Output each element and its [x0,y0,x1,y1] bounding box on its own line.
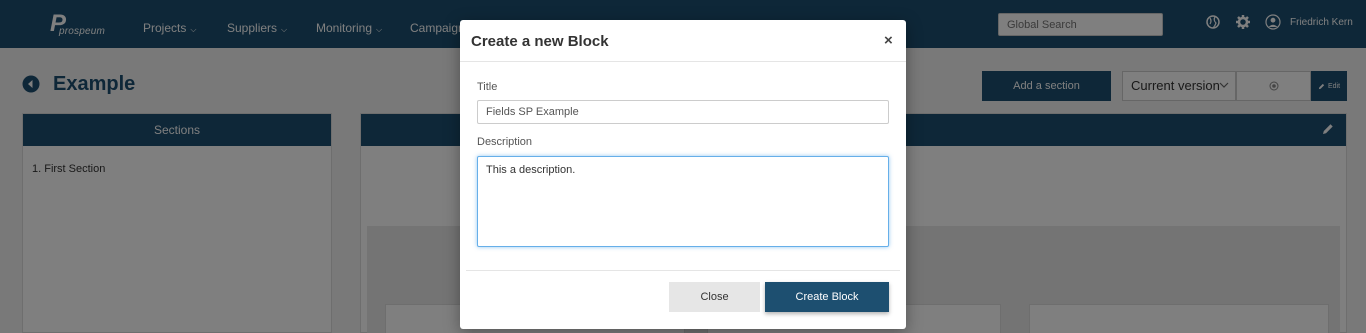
divider [466,270,900,271]
create-block-button[interactable]: Create Block [765,282,889,312]
description-textarea[interactable]: This a description. [477,156,889,247]
divider [460,61,906,62]
title-label: Title [477,81,498,93]
close-button[interactable]: Close [669,282,760,312]
title-input[interactable] [477,100,889,124]
modal-title: Create a new Block [471,33,609,50]
description-label: Description [477,136,533,148]
create-block-modal: Create a new Block × Title Description T… [460,20,906,329]
close-icon[interactable]: × [884,32,893,49]
